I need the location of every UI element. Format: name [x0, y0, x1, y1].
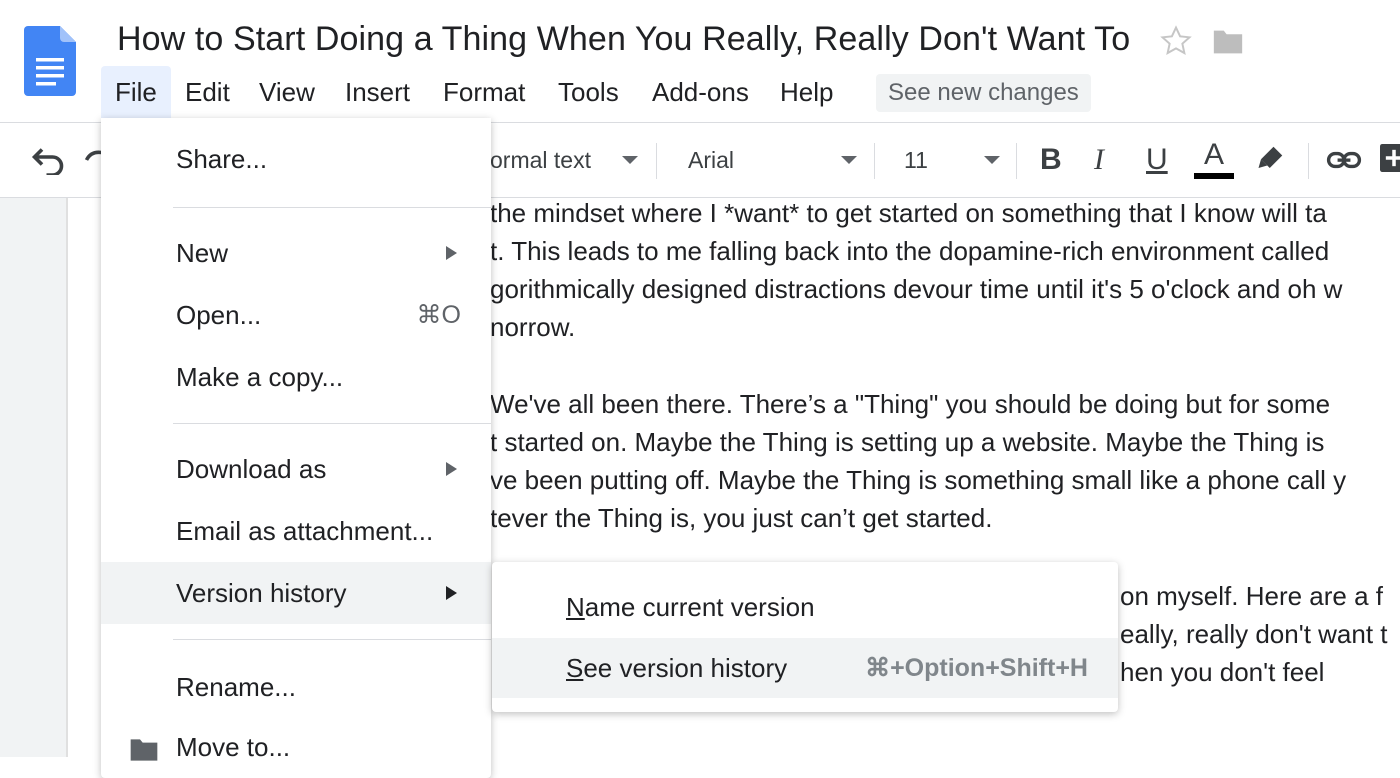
- link-icon[interactable]: [1326, 147, 1362, 173]
- menu-item-label: Email as attachment...: [176, 516, 434, 546]
- menu-item-label: See version history: [566, 653, 788, 683]
- doc-line: t. This leads to me falling back into th…: [490, 236, 1330, 266]
- highlight-icon[interactable]: [1256, 143, 1286, 173]
- menu-item-label: Rename...: [176, 672, 296, 702]
- underline-icon: U: [1146, 143, 1168, 176]
- shortcut-label: ⌘+Option+Shift+H: [865, 654, 1088, 682]
- folder-icon: [130, 739, 158, 761]
- menu-item-label: Download as: [176, 454, 327, 484]
- doc-line: t started on. Maybe the Thing is setting…: [490, 427, 1325, 457]
- submenu-arrow-icon: [446, 586, 457, 600]
- version-history-submenu: Name current version See version history…: [492, 562, 1118, 712]
- menu-help[interactable]: Help: [766, 66, 847, 118]
- doc-line: We've all been there. There’s a "Thing" …: [490, 389, 1331, 419]
- menu-item-rename[interactable]: Rename...: [101, 656, 491, 718]
- submenu-arrow-icon: [446, 246, 457, 260]
- menu-item-label: Make a copy...: [176, 362, 344, 392]
- menu-addons[interactable]: Add-ons: [638, 66, 763, 118]
- menu-item-label: Version history: [176, 578, 347, 608]
- doc-line: tever the Thing is, you just can’t get s…: [490, 503, 993, 533]
- font-select-caret-icon[interactable]: [841, 123, 857, 197]
- underline-button[interactable]: U: [1146, 123, 1168, 197]
- doc-line: hen you don't feel: [1120, 657, 1325, 687]
- menu-item-label: Name current version: [566, 592, 815, 622]
- menu-item-make-copy[interactable]: Make a copy...: [101, 346, 491, 408]
- doc-line: ve been putting off. Maybe the Thing is …: [490, 465, 1347, 495]
- insert-comment-icon[interactable]: [1380, 143, 1400, 173]
- doc-line: norrow.: [490, 312, 576, 342]
- menu-item-label: Share...: [176, 144, 268, 174]
- style-select-label: ormal text: [490, 146, 591, 173]
- menu-item-open[interactable]: Open... ⌘O: [101, 284, 491, 346]
- folder-icon[interactable]: [1211, 27, 1245, 57]
- menu-item-see-version-history[interactable]: See version history ⌘+Option+Shift+H: [492, 638, 1118, 698]
- document-title[interactable]: How to Start Doing a Thing When You Real…: [117, 20, 1130, 59]
- undo-icon[interactable]: [30, 145, 66, 175]
- text-color-button[interactable]: A: [1194, 123, 1234, 197]
- bold-icon: B: [1040, 143, 1062, 176]
- font-select[interactable]: Arial: [688, 123, 734, 197]
- font-size-select[interactable]: 11: [904, 123, 928, 197]
- doc-line: eally, really don't want t: [1120, 619, 1388, 649]
- shortcut-label: ⌘O: [416, 301, 461, 329]
- menu-item-name-current-version[interactable]: Name current version: [492, 577, 1118, 637]
- font-select-label: Arial: [688, 146, 735, 173]
- menu-item-label: Open...: [176, 300, 262, 330]
- star-icon[interactable]: [1159, 24, 1193, 58]
- menu-file[interactable]: File: [101, 66, 171, 118]
- font-size-label: 11: [904, 146, 928, 173]
- page-gutter: [0, 198, 66, 757]
- menu-item-share[interactable]: Share...: [101, 128, 491, 190]
- font-size-caret-icon[interactable]: [984, 123, 1000, 197]
- bold-button[interactable]: B: [1040, 123, 1062, 197]
- text-color-icon: A: [1203, 138, 1224, 171]
- menu-format[interactable]: Format: [429, 66, 539, 118]
- doc-line: gorithmically designed distractions devo…: [490, 274, 1343, 304]
- doc-line: the mindset where I *want* to get starte…: [490, 198, 1327, 228]
- docs-logo-icon[interactable]: [24, 26, 76, 96]
- doc-line: on myself. Here are a f: [1120, 581, 1383, 611]
- menu-edit[interactable]: Edit: [171, 66, 244, 118]
- italic-icon: I: [1094, 143, 1104, 176]
- menu-item-label: New: [176, 238, 229, 268]
- menu-insert[interactable]: Insert: [331, 66, 424, 118]
- menu-item-label: Move to...: [176, 732, 291, 762]
- see-new-changes-button[interactable]: See new changes: [876, 74, 1091, 112]
- menu-tools[interactable]: Tools: [544, 66, 633, 118]
- italic-button[interactable]: I: [1094, 123, 1104, 197]
- menu-view[interactable]: View: [245, 66, 329, 118]
- style-select-caret-icon[interactable]: [622, 123, 638, 197]
- menu-item-move-to[interactable]: Move to...: [101, 716, 491, 778]
- menu-item-version-history[interactable]: Version history: [101, 562, 491, 624]
- menu-item-email-attachment[interactable]: Email as attachment...: [101, 500, 491, 562]
- submenu-arrow-icon: [446, 462, 457, 476]
- menu-item-new[interactable]: New: [101, 222, 491, 284]
- menu-item-download-as[interactable]: Download as: [101, 438, 491, 500]
- style-select[interactable]: ormal text: [490, 123, 591, 197]
- file-menu: Share... New Open... ⌘O Make a copy... D…: [101, 118, 491, 778]
